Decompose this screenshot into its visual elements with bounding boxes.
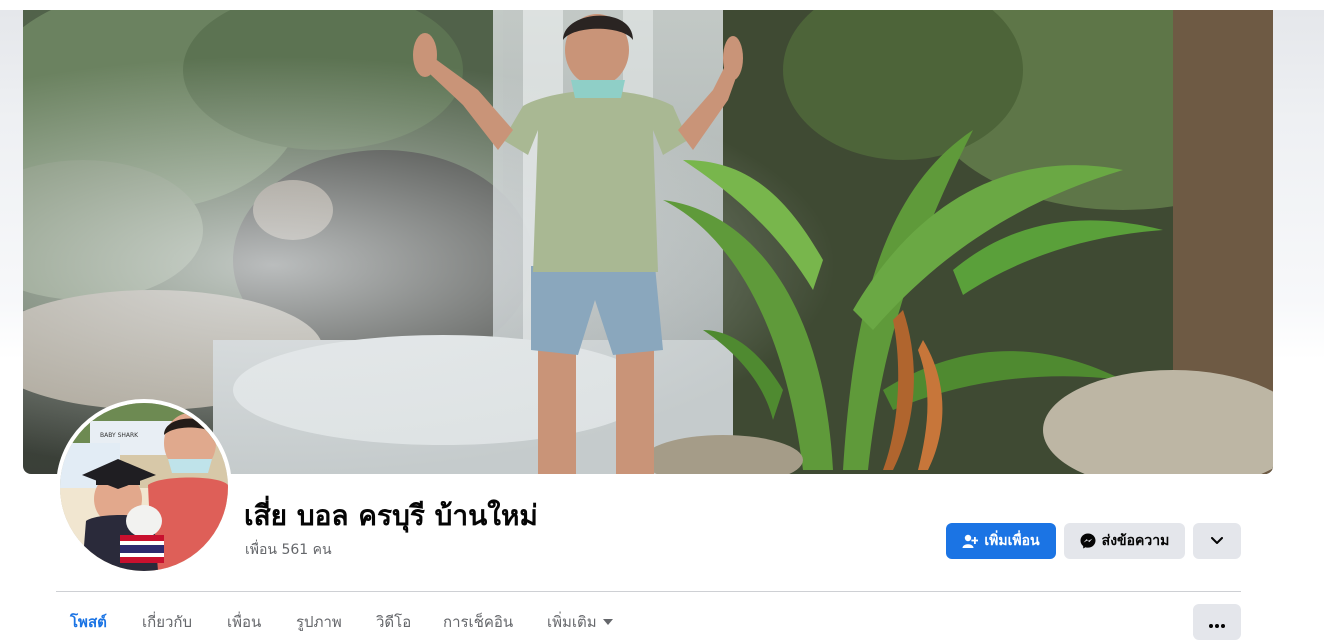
chevron-down-icon (1211, 533, 1223, 549)
add-friend-button[interactable]: เพิ่มเพื่อน (946, 523, 1056, 559)
message-button[interactable]: ส่งข้อความ (1064, 523, 1185, 559)
tab-photos[interactable]: รูปภาพ (296, 600, 342, 643)
avatar[interactable]: BABY SHARK (60, 403, 228, 571)
message-label: ส่งข้อความ (1101, 533, 1170, 549)
more-actions-button[interactable] (1193, 523, 1241, 559)
friends-count[interactable]: เพื่อน 561 คน (245, 541, 332, 559)
tab-videos[interactable]: วิดีโอ (376, 600, 411, 643)
tab-more[interactable]: เพิ่มเติม (547, 600, 613, 643)
tab-friends[interactable]: เพื่อน (227, 600, 261, 643)
cover-photo[interactable] (23, 10, 1273, 474)
messenger-icon (1080, 533, 1096, 549)
tab-posts[interactable]: โพสต์ (70, 600, 107, 643)
tab-about[interactable]: เกี่ยวกับ (142, 600, 192, 643)
top-bar (0, 0, 1324, 10)
more-options-button[interactable] (1193, 604, 1241, 640)
avatar-sign-text: BABY SHARK (100, 432, 139, 439)
caret-down-icon (602, 618, 613, 625)
ellipsis-icon (1209, 613, 1225, 632)
profile-name: เสี่ย บอล ครบุรี บ้านใหม่ (244, 499, 538, 532)
tab-checkins[interactable]: การเช็คอิน (443, 600, 513, 643)
add-friend-label: เพิ่มเพื่อน (984, 533, 1040, 549)
add-friend-icon (962, 533, 979, 549)
header-divider (56, 591, 1241, 592)
